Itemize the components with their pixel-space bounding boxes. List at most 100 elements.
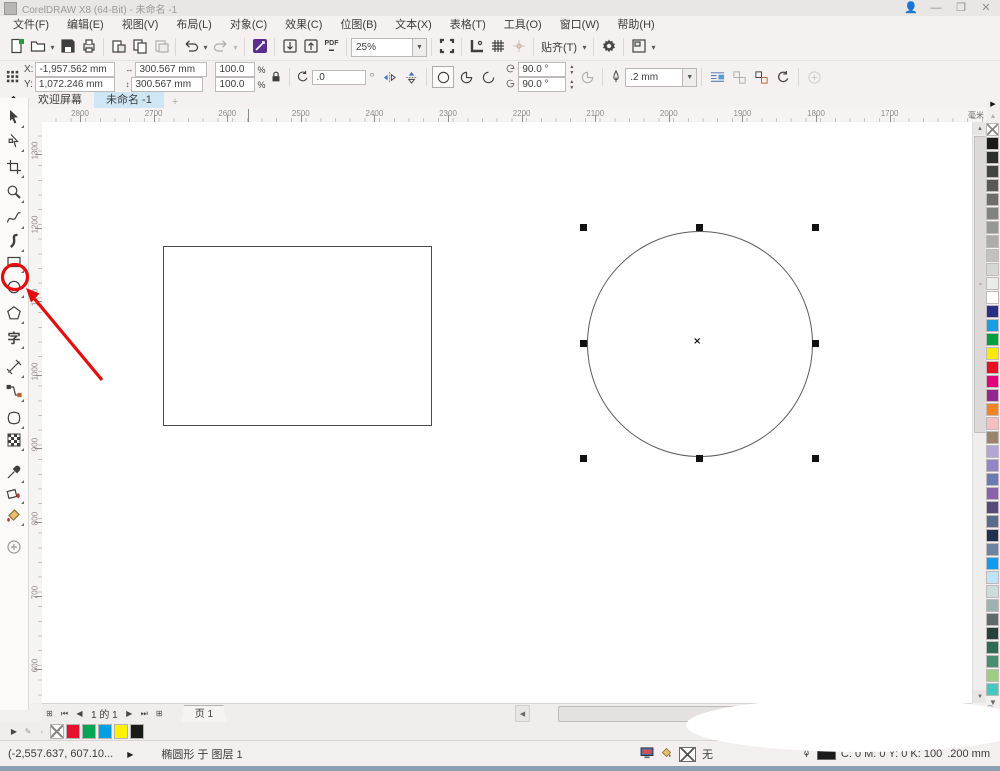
first-page-icon[interactable]: ⏮ [57, 709, 72, 719]
menu-item-10[interactable]: 窗口(W) [551, 16, 609, 34]
save-button[interactable] [57, 37, 78, 58]
restore-button[interactable]: ❐ [951, 1, 971, 15]
undo-button[interactable] [180, 37, 201, 58]
palette-swatch-36[interactable] [986, 627, 999, 640]
open-dropdown-icon[interactable]: ▾ [48, 43, 57, 52]
palette-swatch-19[interactable] [986, 389, 999, 402]
palette-swatch-20[interactable] [986, 403, 999, 416]
scale-v-input[interactable]: 100.0 [215, 77, 255, 92]
eyedropper-tool[interactable] [3, 462, 25, 484]
options-button[interactable] [598, 37, 619, 58]
distort-tool[interactable] [3, 408, 25, 430]
selection-handle[interactable] [812, 340, 819, 347]
palette-swatch-11[interactable] [986, 277, 999, 290]
selection-handle[interactable] [580, 455, 587, 462]
rotation-angle-input[interactable]: .0 [312, 70, 366, 85]
mirror-horizontal-button[interactable] [379, 67, 399, 87]
palette-swatch-10[interactable] [986, 263, 999, 276]
menu-item-4[interactable]: 对象(C) [221, 16, 276, 34]
palette-swatch-8[interactable] [986, 235, 999, 248]
menu-item-2[interactable]: 视图(V) [113, 16, 168, 34]
launcher-button[interactable] [628, 37, 649, 58]
start-angle-spinner[interactable]: ▲▼ [569, 64, 574, 76]
last-page-icon[interactable]: ⏭ [137, 709, 152, 719]
mirror-vertical-button[interactable] [401, 67, 421, 87]
minimize-button[interactable]: — [926, 1, 946, 15]
zoom-tool[interactable] [3, 182, 25, 204]
palette-scroll-up-icon[interactable]: ▲ [986, 110, 1000, 122]
zoom-level-select[interactable]: 25% [351, 38, 413, 57]
import-button[interactable] [279, 37, 300, 58]
fill-icon[interactable] [660, 746, 673, 762]
snap-dropdown-icon[interactable]: ▾ [580, 43, 589, 52]
outline-width-dropdown-icon[interactable]: ▼ [683, 68, 697, 87]
text-tool[interactable]: 字 [3, 328, 25, 350]
menu-item-5[interactable]: 效果(C) [276, 16, 331, 34]
selection-handle[interactable] [812, 224, 819, 231]
ellipse-tool[interactable] [3, 277, 25, 299]
palette-swatch-32[interactable] [986, 571, 999, 584]
arc-mode-button[interactable] [478, 67, 498, 87]
new-document-button[interactable] [6, 37, 27, 58]
show-grid-button[interactable] [487, 37, 508, 58]
doc-swatch-5[interactable] [130, 724, 144, 739]
menu-item-11[interactable]: 帮助(H) [608, 16, 663, 34]
start-angle-input[interactable]: 90.0 ° [518, 62, 566, 77]
palette-swatch-38[interactable] [986, 655, 999, 668]
menu-item-0[interactable]: 文件(F) [4, 16, 58, 34]
status-flyout-icon[interactable]: ▶ [127, 750, 133, 759]
scroll-down-icon[interactable]: ▼ [973, 690, 987, 703]
artistic-media-tool[interactable] [3, 231, 25, 253]
palette-swatch-22[interactable] [986, 431, 999, 444]
copy-button[interactable] [129, 37, 150, 58]
drawing-canvas[interactable]: × [42, 122, 972, 703]
welcome-screen-button[interactable] [249, 37, 270, 58]
lock-ratio-icon[interactable] [267, 70, 285, 84]
palette-swatch-25[interactable] [986, 473, 999, 486]
scroll-left-icon[interactable]: ◀ [515, 705, 530, 722]
selection-handle[interactable] [696, 224, 703, 231]
ruler-origin-corner[interactable] [28, 108, 43, 123]
rectangle-shape[interactable] [163, 246, 432, 426]
doc-palette-eyedropper-icon[interactable]: ✎ [22, 727, 34, 736]
y-position-input[interactable]: 1,072.246 mm [35, 77, 115, 92]
outline-width-select[interactable]: .2 mm [625, 68, 683, 87]
palette-swatch-35[interactable] [986, 613, 999, 626]
menu-item-7[interactable]: 文本(X) [386, 16, 441, 34]
wrap-text-button[interactable] [707, 67, 727, 87]
vertical-scrollbar[interactable]: ▲ = ▼ [972, 122, 987, 703]
freehand-tool[interactable] [3, 208, 25, 230]
connector-tool[interactable] [3, 381, 25, 403]
palette-swatch-34[interactable] [986, 599, 999, 612]
new-tab-button[interactable]: + [164, 96, 186, 108]
palette-swatch-27[interactable] [986, 501, 999, 514]
launcher-dropdown-icon[interactable]: ▾ [649, 43, 658, 52]
palette-swatch-5[interactable] [986, 193, 999, 206]
account-icon[interactable]: 👤 [901, 1, 921, 15]
crop-tool[interactable] [3, 157, 25, 179]
palette-swatch-26[interactable] [986, 487, 999, 500]
pie-mode-button[interactable] [456, 67, 476, 87]
polygon-tool[interactable] [3, 303, 25, 325]
doc-swatch-3[interactable] [98, 724, 112, 739]
print-button[interactable] [78, 37, 99, 58]
fullscreen-preview-button[interactable] [436, 37, 457, 58]
palette-swatch-4[interactable] [986, 179, 999, 192]
ellipse-mode-button[interactable] [432, 66, 454, 88]
palette-swatch-1[interactable] [986, 137, 999, 150]
palette-swatch-15[interactable] [986, 333, 999, 346]
paste-button[interactable] [108, 37, 129, 58]
transparency-tool[interactable] [3, 430, 25, 452]
palette-swatch-13[interactable] [986, 305, 999, 318]
palette-swatch-37[interactable] [986, 641, 999, 654]
palette-flyout-icon[interactable]: ▶ [986, 98, 1000, 110]
palette-swatch-17[interactable] [986, 361, 999, 374]
doc-palette-flyout-icon[interactable]: ▶ [8, 727, 20, 736]
palette-swatch-9[interactable] [986, 249, 999, 262]
object-height-input[interactable]: 300.567 mm [131, 77, 203, 92]
object-center-marker[interactable]: × [693, 336, 701, 347]
dimension-tool[interactable] [3, 357, 25, 379]
doc-swatch-4[interactable] [114, 724, 128, 739]
palette-swatch-28[interactable] [986, 515, 999, 528]
tab-welcome-screen[interactable]: 欢迎屏幕 [26, 92, 94, 108]
